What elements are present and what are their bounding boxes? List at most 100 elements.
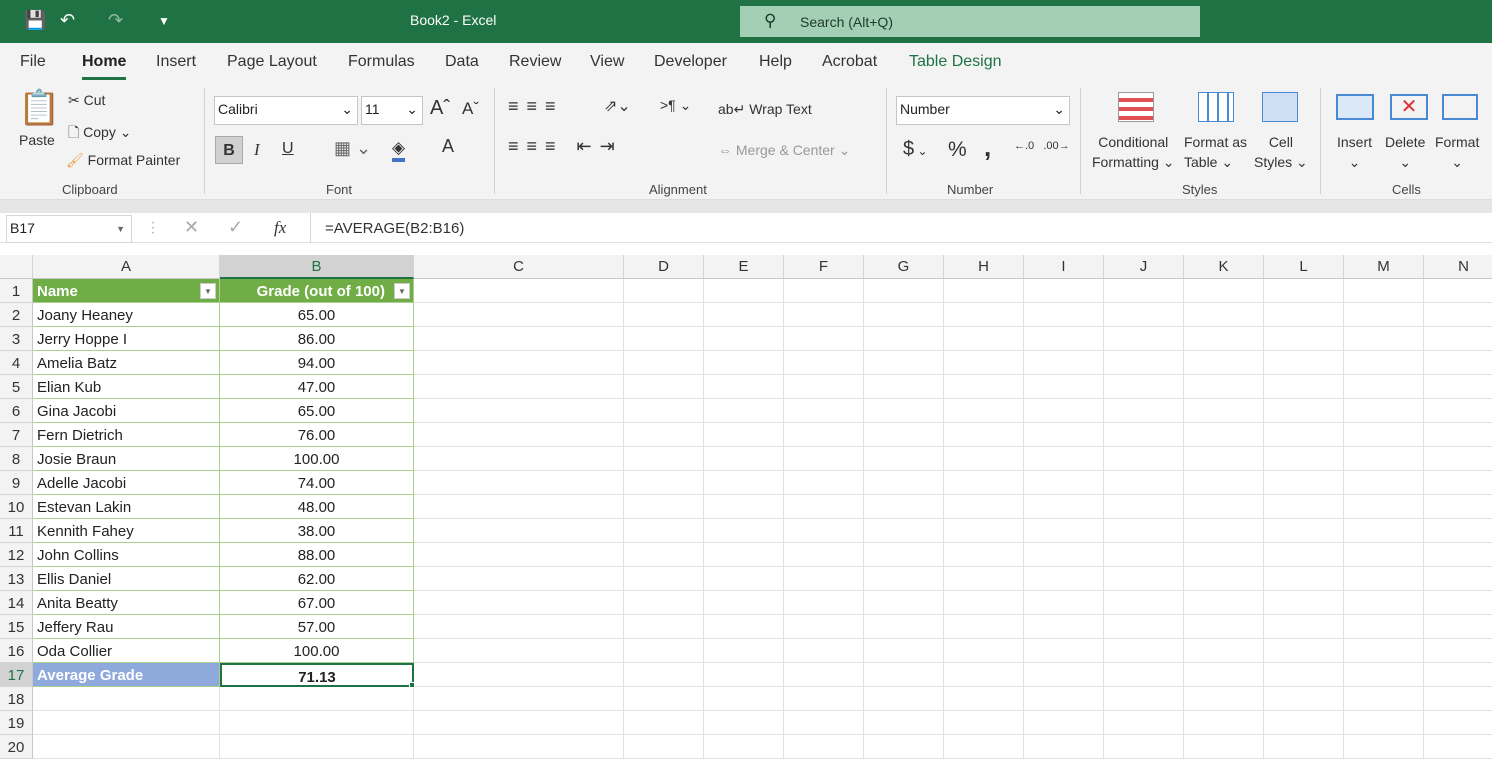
table-cell[interactable]: 76.00 — [220, 423, 414, 447]
cell[interactable] — [784, 447, 864, 471]
cell[interactable] — [1344, 423, 1424, 447]
cell[interactable] — [704, 447, 784, 471]
row-header-5[interactable]: 5 — [0, 375, 33, 399]
table-cell[interactable]: 62.00 — [220, 567, 414, 591]
cell[interactable] — [704, 615, 784, 639]
cell[interactable] — [1344, 471, 1424, 495]
search-box[interactable]: ⚲Search (Alt+Q) — [740, 6, 1200, 37]
cancel-icon[interactable]: ✕ — [184, 217, 199, 238]
cell[interactable] — [784, 687, 864, 711]
row-header-11[interactable]: 11 — [0, 519, 33, 543]
copy-button[interactable]: 🗋 Copy ⌄ — [68, 122, 131, 146]
cell[interactable] — [1424, 351, 1492, 375]
cell[interactable] — [1024, 735, 1104, 759]
table-cell[interactable]: Ellis Daniel — [33, 567, 220, 591]
cell[interactable] — [1424, 615, 1492, 639]
cell[interactable] — [624, 519, 704, 543]
cell[interactable] — [1264, 711, 1344, 735]
format-button[interactable]: Format⌄ — [1435, 132, 1479, 172]
cell[interactable] — [864, 351, 944, 375]
cell[interactable] — [624, 711, 704, 735]
cell[interactable] — [944, 735, 1024, 759]
cell[interactable] — [1184, 591, 1264, 615]
table-cell[interactable]: Elian Kub — [33, 375, 220, 399]
cell[interactable] — [414, 423, 624, 447]
cell[interactable] — [1264, 327, 1344, 351]
cell[interactable] — [1104, 327, 1184, 351]
cell[interactable] — [1264, 375, 1344, 399]
cell[interactable] — [784, 375, 864, 399]
table-cell[interactable]: 47.00 — [220, 375, 414, 399]
cell[interactable] — [1264, 471, 1344, 495]
tab-insert[interactable]: Insert — [156, 53, 196, 71]
cell[interactable] — [864, 615, 944, 639]
cut-button[interactable]: ✂ Cut — [68, 92, 105, 109]
cell[interactable] — [1424, 663, 1492, 687]
cell[interactable] — [704, 735, 784, 759]
cell[interactable] — [704, 279, 784, 303]
increase-font-icon[interactable]: Aˆ — [430, 97, 450, 120]
cell[interactable] — [704, 519, 784, 543]
cell[interactable] — [1264, 279, 1344, 303]
cell[interactable] — [414, 711, 624, 735]
cell[interactable] — [1344, 735, 1424, 759]
row-header-20[interactable]: 20 — [0, 735, 33, 759]
cell[interactable] — [944, 519, 1024, 543]
cell[interactable] — [624, 663, 704, 687]
cell[interactable] — [1264, 447, 1344, 471]
cell[interactable] — [864, 327, 944, 351]
cell[interactable] — [414, 303, 624, 327]
cell[interactable] — [414, 615, 624, 639]
cell[interactable] — [414, 519, 624, 543]
table-cell[interactable]: 86.00 — [220, 327, 414, 351]
cell[interactable] — [944, 543, 1024, 567]
column-header-B[interactable]: B — [220, 255, 414, 279]
cell[interactable] — [1104, 591, 1184, 615]
cell[interactable] — [864, 567, 944, 591]
cell[interactable] — [944, 711, 1024, 735]
cell[interactable] — [1344, 303, 1424, 327]
row-header-3[interactable]: 3 — [0, 327, 33, 351]
cell[interactable] — [784, 279, 864, 303]
average-grade-cell[interactable]: 71.13 — [220, 663, 414, 687]
cell[interactable] — [1344, 279, 1424, 303]
cell[interactable] — [1024, 327, 1104, 351]
formula-input[interactable]: =AVERAGE(B2:B16) — [310, 213, 1492, 243]
cell[interactable] — [784, 639, 864, 663]
cell[interactable] — [1024, 495, 1104, 519]
table-cell[interactable]: 65.00 — [220, 399, 414, 423]
cell[interactable] — [1184, 615, 1264, 639]
cell[interactable] — [1424, 375, 1492, 399]
comma-button[interactable]: , — [984, 132, 991, 163]
cell[interactable] — [864, 663, 944, 687]
table-cell[interactable]: 74.00 — [220, 471, 414, 495]
orientation-icon[interactable]: ⇗⌄ — [604, 96, 631, 116]
cell[interactable] — [864, 735, 944, 759]
cell[interactable] — [624, 423, 704, 447]
cell[interactable] — [1424, 423, 1492, 447]
redo-icon[interactable]: ↷ — [108, 10, 123, 31]
cell[interactable] — [944, 423, 1024, 447]
column-header-A[interactable]: A — [33, 255, 220, 279]
table-cell[interactable]: 38.00 — [220, 519, 414, 543]
cell[interactable] — [864, 711, 944, 735]
cell[interactable] — [1264, 351, 1344, 375]
cell[interactable] — [1184, 543, 1264, 567]
cell[interactable] — [1104, 279, 1184, 303]
cell[interactable] — [1104, 615, 1184, 639]
cell[interactable] — [864, 471, 944, 495]
table-cell[interactable]: 67.00 — [220, 591, 414, 615]
insert-button[interactable]: Insert⌄ — [1337, 132, 1372, 172]
cell[interactable] — [414, 279, 624, 303]
cell[interactable] — [864, 639, 944, 663]
cell[interactable] — [1424, 471, 1492, 495]
cell[interactable] — [1424, 687, 1492, 711]
cell[interactable] — [1184, 639, 1264, 663]
table-cell[interactable]: Fern Dietrich — [33, 423, 220, 447]
table-cell[interactable]: 94.00 — [220, 351, 414, 375]
column-header-C[interactable]: C — [414, 255, 624, 279]
cell[interactable] — [1264, 615, 1344, 639]
cell[interactable] — [944, 375, 1024, 399]
row-header-10[interactable]: 10 — [0, 495, 33, 519]
cell[interactable] — [1024, 639, 1104, 663]
